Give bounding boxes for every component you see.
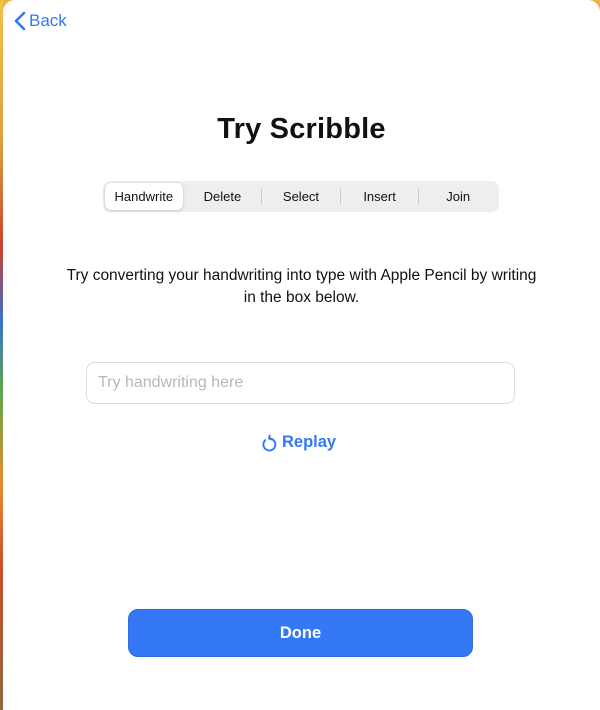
mode-segmented-control: Handwrite Delete Select Insert Join	[103, 181, 499, 212]
replay-arrow-icon	[261, 433, 282, 452]
segment-label: Select	[282, 189, 320, 204]
chevron-left-icon	[14, 11, 29, 31]
done-label: Done	[279, 623, 322, 642]
done-button[interactable]: Done	[128, 609, 473, 657]
segment-select[interactable]: Select	[262, 183, 340, 210]
handwriting-input[interactable]	[86, 362, 515, 404]
segment-label: Insert	[363, 189, 396, 204]
segment-insert[interactable]: Insert	[341, 183, 419, 210]
instructions-text: Try converting your handwriting into typ…	[66, 267, 537, 306]
back-button[interactable]: Back	[14, 11, 67, 31]
segment-label: Handwrite	[114, 189, 174, 204]
segment-handwrite[interactable]: Handwrite	[105, 183, 183, 210]
segment-label: Delete	[203, 189, 242, 204]
replay-button[interactable]: Replay	[261, 433, 336, 452]
segment-label: Join	[446, 189, 471, 204]
scribble-sheet: Back Try Scribble Handwrite Delete Selec…	[3, 0, 600, 710]
segment-delete[interactable]: Delete	[184, 183, 262, 210]
segment-join[interactable]: Join	[419, 183, 497, 210]
page-title: Try Scribble	[217, 113, 386, 145]
back-label: Back	[29, 11, 67, 30]
replay-label: Replay	[282, 433, 337, 451]
